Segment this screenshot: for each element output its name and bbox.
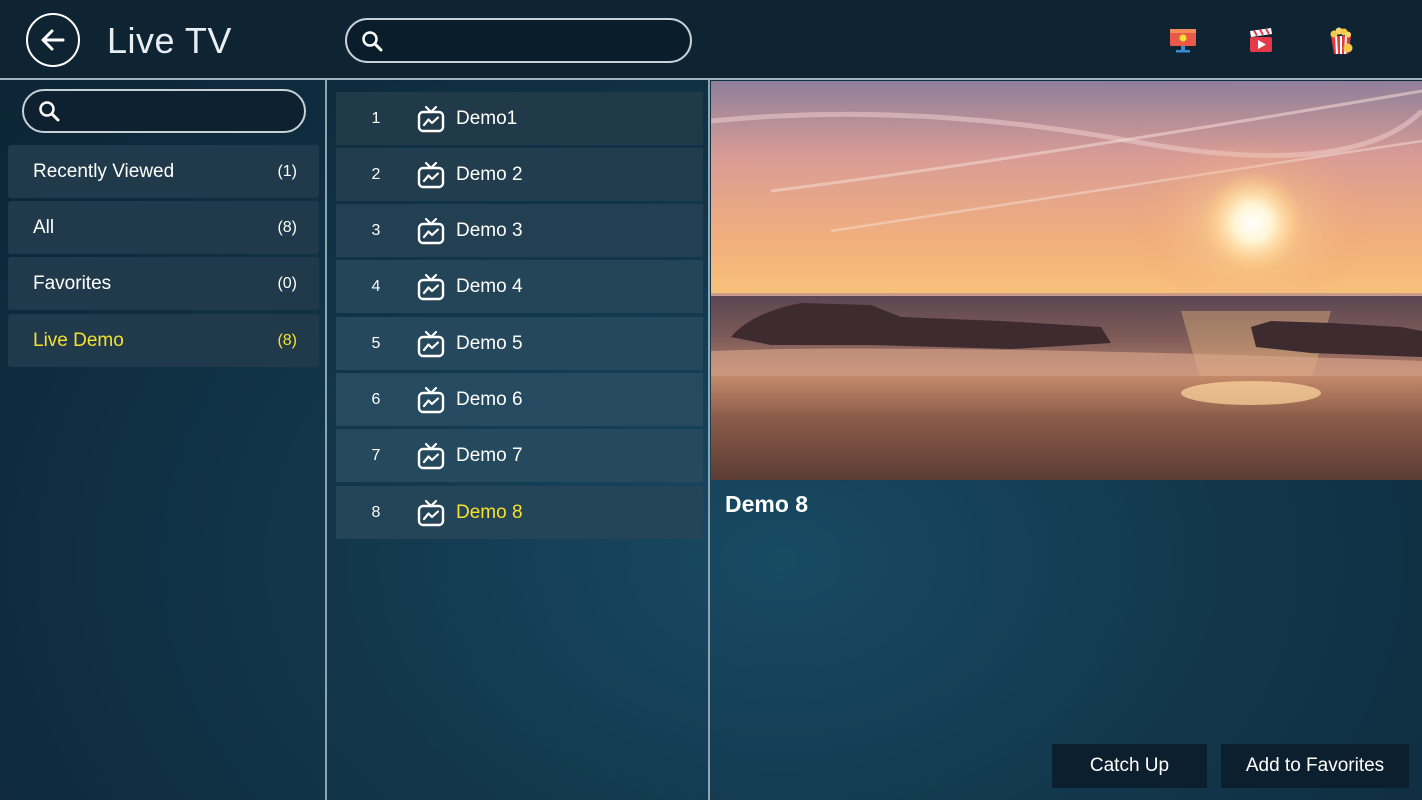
category-count: (8) (277, 331, 297, 349)
back-button[interactable] (26, 13, 80, 67)
divider-right (708, 80, 710, 800)
channel-item[interactable]: 3 Demo 3 (336, 204, 703, 257)
channel-name: Demo 2 (456, 163, 523, 185)
channel-item[interactable]: 2 Demo 2 (336, 148, 703, 201)
channel-item[interactable]: 4 Demo 4 (336, 260, 703, 313)
category-count: (8) (277, 218, 297, 236)
channel-number: 1 (371, 109, 381, 127)
category-label: Favorites (33, 272, 112, 294)
search-input[interactable] (345, 18, 692, 63)
tv-icon (417, 330, 445, 357)
channel-name: Demo1 (456, 107, 518, 129)
page-title: Live TV (107, 20, 232, 61)
channel-number: 4 (371, 277, 381, 295)
channel-number: 2 (371, 165, 381, 183)
category-live-demo[interactable]: Live Demo (8) (8, 314, 319, 367)
channel-number: 6 (371, 390, 381, 408)
channel-number: 8 (371, 503, 381, 521)
channel-name: Demo 5 (456, 332, 523, 354)
category-search-input[interactable] (22, 89, 306, 133)
category-label: Live Demo (33, 329, 124, 351)
category-label: Recently Viewed (33, 160, 175, 182)
add-to-favorites-button[interactable]: Add to Favorites (1221, 744, 1409, 788)
channel-item[interactable]: 6 Demo 6 (336, 373, 703, 426)
arrow-left-icon (41, 29, 65, 51)
channel-item[interactable]: 1 Demo1 (336, 92, 703, 145)
channel-item[interactable]: 7 Demo 7 (336, 429, 703, 482)
search-icon (39, 101, 60, 122)
header-bar: Live TV (0, 0, 1422, 80)
channel-number: 5 (371, 334, 381, 352)
category-recently-viewed[interactable]: Recently Viewed (1) (8, 145, 319, 198)
divider-left (325, 80, 327, 800)
tv-icon (417, 161, 445, 188)
channel-name: Demo 3 (456, 219, 523, 241)
tv-icon (417, 273, 445, 300)
channel-name: Demo 8 (456, 501, 523, 523)
tv-icon (417, 442, 445, 469)
category-count: (0) (277, 274, 297, 292)
channel-number: 3 (371, 221, 381, 239)
video-preview[interactable] (711, 81, 1422, 480)
category-count: (1) (277, 162, 297, 180)
tv-icon (417, 217, 445, 244)
channel-item[interactable]: 5 Demo 5 (336, 317, 703, 370)
channel-name: Demo 6 (456, 388, 523, 410)
search-icon (362, 31, 383, 52)
movies-icon[interactable] (1247, 26, 1277, 56)
tv-icon (417, 105, 445, 132)
now-playing-title: Demo 8 (725, 491, 809, 517)
live-tv-icon[interactable] (1168, 26, 1198, 56)
category-all[interactable]: All (8) (8, 201, 319, 254)
category-label: All (33, 216, 55, 238)
channel-name: Demo 4 (456, 275, 523, 297)
channel-item[interactable]: 8 Demo 8 (336, 486, 703, 539)
tv-icon (417, 386, 445, 413)
category-favorites[interactable]: Favorites (0) (8, 257, 319, 310)
series-icon[interactable] (1326, 26, 1356, 56)
catch-up-button[interactable]: Catch Up (1052, 744, 1207, 788)
channel-number: 7 (371, 446, 381, 464)
channel-name: Demo 7 (456, 444, 523, 466)
tv-icon (417, 499, 445, 526)
